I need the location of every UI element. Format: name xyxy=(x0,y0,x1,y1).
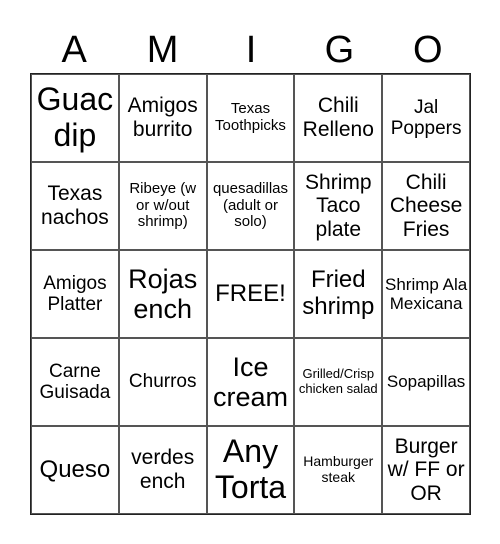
bingo-cell[interactable]: quesadillas (adult or solo) xyxy=(206,162,295,250)
bingo-cell[interactable]: Sopapillas xyxy=(382,338,470,426)
bingo-cell[interactable]: Chili Cheese Fries xyxy=(382,162,470,250)
bingo-cell[interactable]: Jal Poppers xyxy=(382,74,470,162)
bingo-cell[interactable]: Hamburger steak xyxy=(294,426,383,514)
free-space[interactable]: FREE! xyxy=(206,250,295,338)
bingo-cell[interactable]: Guac dip xyxy=(31,74,119,162)
bingo-cell[interactable]: Rojas ench xyxy=(118,250,207,338)
bingo-card-grid: Guac dip Amigos burrito Texas Toothpicks… xyxy=(30,73,471,515)
bingo-cell[interactable]: Texas Toothpicks xyxy=(206,74,295,162)
bingo-cell[interactable]: Burger w/ FF or OR xyxy=(382,426,470,514)
bingo-cell[interactable]: Amigos Platter xyxy=(31,250,119,338)
bingo-cell[interactable]: Ice cream xyxy=(206,338,295,426)
bingo-cell[interactable]: Queso xyxy=(31,426,119,514)
header-letter-a: A xyxy=(61,29,87,71)
bingo-header: A M I G O xyxy=(30,28,472,72)
bingo-cell[interactable]: Chili Relleno xyxy=(294,74,383,162)
bingo-cell[interactable]: Carne Guisada xyxy=(31,338,119,426)
bingo-cell[interactable]: Fried shrimp xyxy=(294,250,383,338)
header-letter-i: I xyxy=(245,29,257,71)
bingo-cell[interactable]: Amigos burrito xyxy=(118,74,207,162)
header-letter-o: O xyxy=(413,29,443,71)
header-letter-m: M xyxy=(146,29,179,71)
bingo-cell[interactable]: Shrimp Taco plate xyxy=(294,162,383,250)
header-letter-g: G xyxy=(324,29,355,71)
bingo-cell[interactable]: Texas nachos xyxy=(31,162,119,250)
bingo-cell[interactable]: Ribeye (w or w/out shrimp) xyxy=(118,162,207,250)
bingo-cell[interactable]: Grilled/Crisp chicken salad xyxy=(294,338,383,426)
bingo-cell[interactable]: verdes ench xyxy=(118,426,207,514)
bingo-cell[interactable]: Any Torta xyxy=(206,426,295,514)
bingo-cell[interactable]: Churros xyxy=(118,338,207,426)
bingo-cell[interactable]: Shrimp Ala Mexicana xyxy=(382,250,470,338)
